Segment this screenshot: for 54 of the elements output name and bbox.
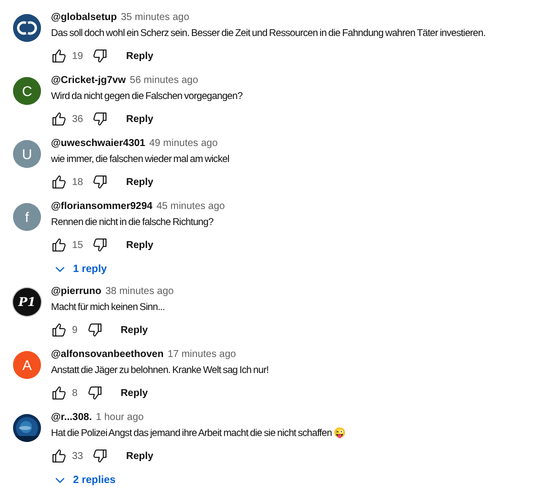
logo-avatar-icon[interactable] <box>13 14 41 42</box>
like-count: 8 <box>72 388 78 398</box>
comment-time[interactable]: 35 minutes ago <box>120 12 190 23</box>
comment-time[interactable]: 17 minutes ago <box>168 349 236 360</box>
comment-time[interactable]: 45 minutes ago <box>156 201 225 212</box>
thumbs-down-icon[interactable] <box>86 385 103 401</box>
comment-time[interactable]: 49 minutes ago <box>149 138 218 149</box>
like-count: 18 <box>72 176 84 188</box>
reply-button[interactable]: Reply <box>120 236 160 254</box>
thumbs-up-icon[interactable] <box>51 111 67 127</box>
reply-button[interactable]: Reply <box>120 46 160 66</box>
thumbs-up-icon[interactable] <box>51 174 67 190</box>
thumbs-down-icon[interactable] <box>92 174 108 190</box>
thumbs-down-icon[interactable] <box>92 237 108 253</box>
avatar[interactable]: P1 <box>13 288 41 316</box>
author-name[interactable]: @r...308. <box>51 412 92 423</box>
comment-text: Rennen die nicht in die falsche Richtung? <box>51 216 214 230</box>
thumbs-up-icon[interactable] <box>51 48 67 64</box>
like-count: 9 <box>72 324 78 336</box>
thumbs-down-icon[interactable] <box>92 448 108 464</box>
reply-button[interactable]: Reply <box>114 320 154 340</box>
comment-text: Das soll doch wohl ein Scherz sein. Besser die Zeit und Ressourcen in die Fahndung wahren Täter investieren. <box>51 27 486 41</box>
thumbs-down-icon[interactable] <box>92 111 108 127</box>
thumbs-up-icon[interactable] <box>51 322 67 338</box>
reply-button[interactable]: Reply <box>120 110 160 128</box>
thumbs-down-icon[interactable] <box>92 48 108 64</box>
reply-button[interactable]: Reply <box>114 384 154 402</box>
thumbs-up-icon[interactable] <box>51 385 67 401</box>
avatar[interactable]: C <box>13 77 41 105</box>
comment-time[interactable]: 38 minutes ago <box>105 286 174 297</box>
like-count: 36 <box>72 114 84 124</box>
comment-text: Hat die Polizei Angst das jemand ihre Arbeit macht die sie nicht schaffen 😜 <box>51 426 346 441</box>
thumbs-up-icon[interactable] <box>51 237 67 253</box>
like-count: 15 <box>72 240 84 250</box>
author-name[interactable]: @alfonsovanbeethoven <box>51 349 164 360</box>
comment-time[interactable]: 56 minutes ago <box>130 75 198 86</box>
author-name[interactable]: @globalsetup <box>51 12 117 23</box>
author-name[interactable]: @pierruno <box>51 286 102 297</box>
author-name[interactable]: @Cricket-jg7vw <box>51 75 126 86</box>
comment-text: Anstatt die Jäger zu belohnen. Kranke Welt sag Ich nur! <box>51 364 269 378</box>
like-count: 33 <box>72 450 84 462</box>
comment-text: wie immer, die falschen wieder mal am wickel <box>51 153 230 167</box>
reply-button[interactable]: Reply <box>120 172 160 192</box>
replies-toggle[interactable]: 1 reply <box>51 259 109 279</box>
replies-toggle[interactable]: 2 replies <box>51 470 118 490</box>
comment-text: Macht für mich keinen Sinn... <box>51 301 166 315</box>
comment-text: Wird da nicht gegen die Falschen vorgegangen? <box>51 90 242 104</box>
author-name[interactable]: @uweschwaier4301 <box>51 138 146 149</box>
thumbs-up-icon[interactable] <box>51 448 67 464</box>
reply-button[interactable]: Reply <box>120 446 160 466</box>
like-count: 19 <box>72 50 84 62</box>
comment-time[interactable]: 1 hour ago <box>96 412 144 423</box>
thumbs-down-icon[interactable] <box>86 322 103 338</box>
author-name[interactable]: @floriansommer9294 <box>51 201 152 212</box>
